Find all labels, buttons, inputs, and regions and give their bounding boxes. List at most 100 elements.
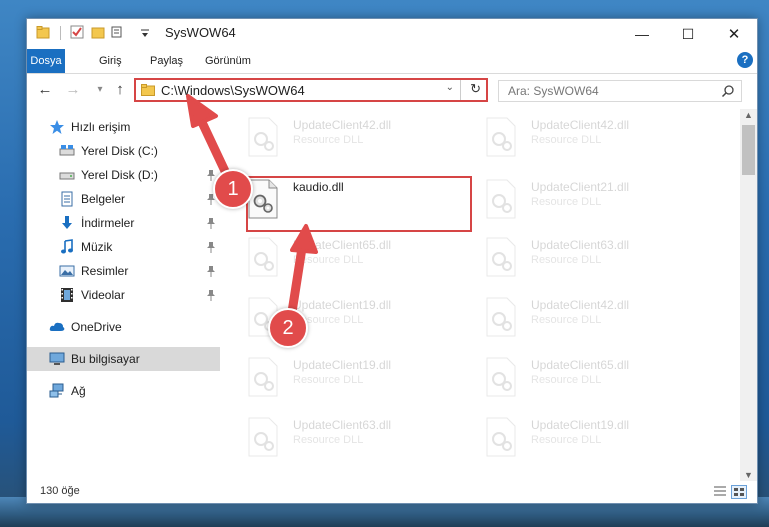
file-name: UpdateClient42.dll xyxy=(293,118,392,132)
dll-file-icon xyxy=(486,179,516,219)
sidebar-item-label: İndirmeler xyxy=(81,216,135,230)
address-dropdown-icon[interactable]: ⌄ xyxy=(446,82,454,93)
file-list: UpdateClient42.dll Resource DLL UpdateCl… xyxy=(223,109,738,479)
up-arrow-icon[interactable]: ↑ xyxy=(111,80,129,100)
sidebar-item-disk-c[interactable]: Yerel Disk (C:) xyxy=(27,139,220,163)
refresh-icon[interactable]: ↻ xyxy=(470,81,481,97)
file-type: Resource DLL xyxy=(531,374,602,386)
dll-file-icon xyxy=(248,117,278,157)
recent-locations-icon[interactable]: ▾ xyxy=(91,80,109,100)
maximize-button[interactable]: ☐ xyxy=(665,19,711,49)
file-item[interactable]: UpdateClient42.dll Resource DLL xyxy=(223,111,443,161)
sidebar-item-network[interactable]: Ağ xyxy=(27,379,220,403)
file-name: UpdateClient65.dll xyxy=(293,238,392,252)
sidebar-item-label: Yerel Disk (C:) xyxy=(81,144,158,158)
download-arrow-icon xyxy=(62,216,72,229)
sidebar-item-videos[interactable]: Videolar xyxy=(27,283,220,307)
sidebar-item-label: Belgeler xyxy=(81,192,126,206)
search-placeholder: Ara: SysWOW64 xyxy=(508,84,599,98)
pictures-icon xyxy=(59,265,75,277)
forward-arrow-icon[interactable]: → xyxy=(64,80,82,100)
tab-file[interactable]: Dosya xyxy=(27,49,65,73)
sidebar-item-quick-access[interactable]: Hızlı erişim xyxy=(27,115,220,139)
file-item[interactable]: UpdateClient19.dll Resource DLL xyxy=(223,291,443,341)
minimize-button[interactable]: — xyxy=(619,19,665,49)
tab-home[interactable]: Giriş xyxy=(89,49,132,73)
file-type: Resource DLL xyxy=(293,434,364,446)
network-icon xyxy=(49,383,64,398)
file-type: Resource DLL xyxy=(293,374,364,386)
folder-icon xyxy=(141,84,155,96)
sidebar-item-pictures[interactable]: Resimler xyxy=(27,259,220,283)
search-input[interactable]: Ara: SysWOW64 xyxy=(498,80,742,102)
sidebar-item-label: Resimler xyxy=(81,264,129,278)
file-name: UpdateClient65.dll xyxy=(531,358,630,372)
scroll-up-icon[interactable]: ▲ xyxy=(744,110,753,120)
tab-view[interactable]: Görünüm xyxy=(195,49,261,73)
pin-icon[interactable] xyxy=(206,217,216,229)
file-type: Resource DLL xyxy=(293,254,364,266)
vertical-scrollbar[interactable]: ▲ ▼ xyxy=(740,109,757,481)
close-button[interactable]: ✕ xyxy=(711,19,757,49)
sidebar-item-label: Bu bilgisayar xyxy=(71,352,140,366)
film-icon xyxy=(61,288,73,302)
sidebar-item-onedrive[interactable]: OneDrive xyxy=(27,315,220,339)
callout-badge-2: 2 xyxy=(268,308,308,348)
search-icon[interactable] xyxy=(721,84,735,98)
sidebar-item-disk-d[interactable]: Yerel Disk (D:) xyxy=(27,163,220,187)
file-item[interactable]: UpdateClient42.dll Resource DLL xyxy=(461,111,681,161)
help-button[interactable]: ? xyxy=(737,52,753,68)
file-type: Resource DLL xyxy=(293,134,364,146)
dll-file-icon xyxy=(486,237,516,277)
large-icons-view-icon[interactable] xyxy=(731,485,747,499)
back-arrow-icon[interactable]: ← xyxy=(36,80,54,100)
sidebar-item-downloads[interactable]: İndirmeler xyxy=(27,211,220,235)
file-type: Resource DLL xyxy=(531,254,602,266)
window-title: SysWOW64 xyxy=(165,25,236,40)
file-name: UpdateClient63.dll xyxy=(531,238,630,252)
file-item[interactable]: UpdateClient42.dll Resource DLL xyxy=(461,291,681,341)
properties-check-icon[interactable] xyxy=(70,25,84,39)
sidebar-item-this-pc[interactable]: Bu bilgisayar xyxy=(27,347,220,371)
pin-icon[interactable] xyxy=(206,241,216,253)
scrollbar-thumb[interactable] xyxy=(742,125,755,175)
file-item[interactable]: UpdateClient63.dll Resource DLL xyxy=(223,411,443,461)
dll-file-icon xyxy=(486,417,516,457)
navigation-pane: Hızlı erişim Yerel Disk (C:) Yerel Disk … xyxy=(27,109,222,479)
drive-icon xyxy=(59,172,75,180)
tab-share[interactable]: Paylaş xyxy=(140,49,193,73)
pin-icon[interactable] xyxy=(206,289,216,301)
file-item[interactable]: UpdateClient65.dll Resource DLL xyxy=(461,351,681,401)
file-item[interactable]: UpdateClient63.dll Resource DLL xyxy=(461,231,681,281)
sidebar-item-documents[interactable]: Belgeler xyxy=(27,187,220,211)
file-item[interactable]: UpdateClient21.dll Resource DLL xyxy=(461,173,681,223)
quick-access-dropdown-icon[interactable] xyxy=(140,27,150,41)
pin-icon[interactable] xyxy=(206,265,216,277)
new-folder-icon[interactable] xyxy=(91,25,105,39)
sidebar-item-music[interactable]: Müzik xyxy=(27,235,220,259)
folder-icon[interactable] xyxy=(36,25,50,39)
sidebar-item-label: Videolar xyxy=(81,288,125,302)
address-path[interactable]: C:\Windows\SysWOW64 xyxy=(161,83,305,98)
sidebar-item-label: Müzik xyxy=(81,240,113,254)
file-item[interactable]: UpdateClient65.dll Resource DLL xyxy=(223,231,443,281)
file-type: Resource DLL xyxy=(531,196,602,208)
file-type: Resource DLL xyxy=(531,434,602,446)
dll-file-icon xyxy=(248,357,278,397)
customize-icon[interactable] xyxy=(111,25,125,39)
star-icon xyxy=(50,120,64,134)
file-name: UpdateClient19.dll xyxy=(531,418,630,432)
details-view-icon[interactable] xyxy=(713,485,727,497)
address-bar[interactable]: C:\Windows\SysWOW64 ⌄ ↻ xyxy=(134,78,488,102)
file-name: UpdateClient19.dll xyxy=(293,298,392,312)
music-note-icon xyxy=(61,239,73,254)
ribbon-tabs: Dosya Giriş Paylaş Görünüm ? xyxy=(27,49,757,74)
file-item[interactable]: UpdateClient19.dll Resource DLL xyxy=(461,411,681,461)
dll-file-icon xyxy=(248,237,278,277)
file-highlight-box xyxy=(246,176,472,232)
scroll-down-icon[interactable]: ▼ xyxy=(744,470,753,480)
toolbar-separator xyxy=(60,26,61,40)
sidebar-item-label: Hızlı erişim xyxy=(71,120,131,134)
file-explorer-window: SysWOW64 — ☐ ✕ Dosya Giriş Paylaş Görünü… xyxy=(26,18,758,504)
file-item[interactable]: UpdateClient19.dll Resource DLL xyxy=(223,351,443,401)
